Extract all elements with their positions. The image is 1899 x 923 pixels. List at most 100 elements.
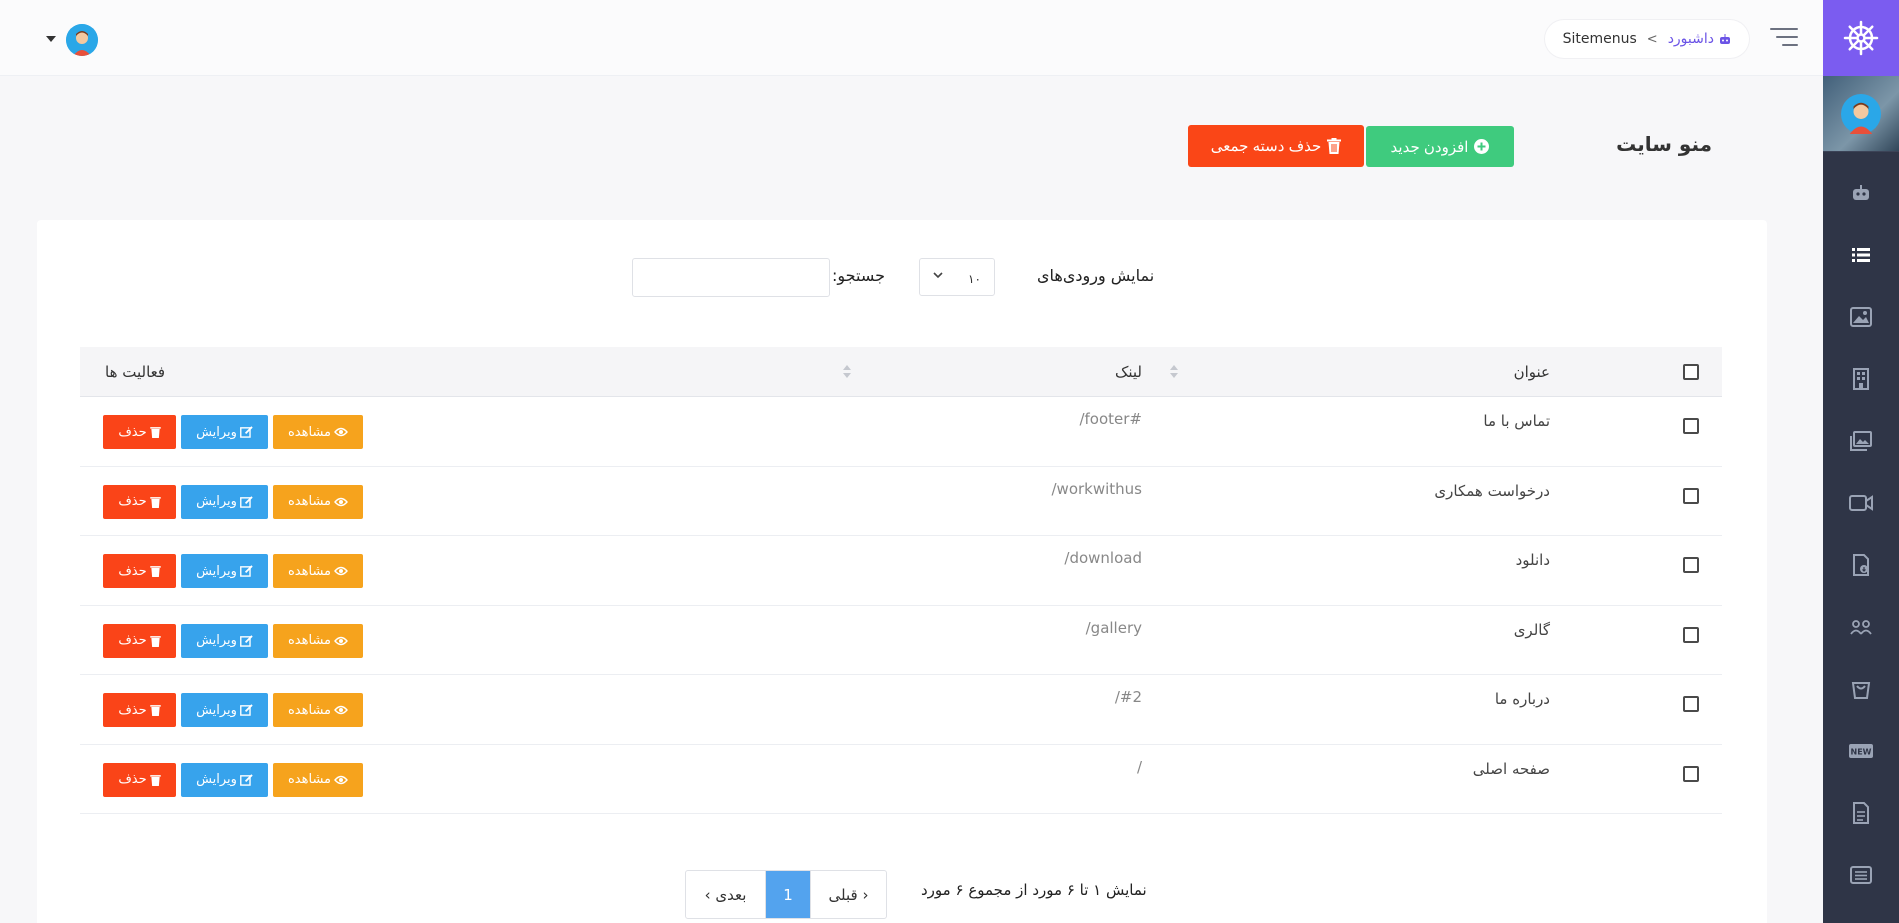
menu-table: عنوان لینک فعالیت ها تماس با ما /footer#… <box>80 347 1722 814</box>
edit-label: ویرایش <box>196 772 237 787</box>
row-title: صفحه اصلی <box>1472 759 1550 778</box>
delete-label: حذف <box>118 424 147 440</box>
table-row: دانلود /download حذف ویرایش مشاهده <box>80 536 1722 606</box>
sidebar: NEW <box>1823 0 1899 923</box>
delete-button[interactable]: حذف <box>103 623 176 658</box>
row-link: /workwithus <box>1051 479 1143 498</box>
sort-title-icon[interactable] <box>1170 365 1178 379</box>
edit-button[interactable]: ویرایش <box>181 415 268 449</box>
delete-button[interactable]: حذف <box>103 762 176 797</box>
new-badge-icon: NEW <box>1849 744 1873 758</box>
trash-icon <box>149 704 161 716</box>
edit-button[interactable]: ویرایش <box>181 554 268 588</box>
view-button[interactable]: مشاهده <box>273 554 363 588</box>
view-label: مشاهده <box>288 702 332 718</box>
sort-link-icon[interactable] <box>843 365 851 379</box>
row-checkbox[interactable] <box>1683 487 1699 504</box>
chevron-left-icon: ‹ <box>862 885 869 904</box>
edit-icon <box>240 634 253 647</box>
add-new-button[interactable]: افزودن جدید <box>1366 126 1514 167</box>
edit-icon <box>240 704 253 716</box>
users-icon <box>1850 620 1872 635</box>
row-title: درباره ما <box>1494 690 1550 708</box>
eye-icon <box>334 705 348 715</box>
table-row: درخواست همکاری /workwithus حذف ویرایش مش… <box>80 466 1722 536</box>
building-icon <box>1853 368 1869 390</box>
eye-icon <box>334 427 348 437</box>
robot-icon <box>1719 33 1731 45</box>
edit-label: ویرایش <box>196 424 237 440</box>
sidebar-item-robot[interactable] <box>1823 162 1899 224</box>
trash-icon <box>149 565 161 577</box>
view-button[interactable]: مشاهده <box>273 762 363 797</box>
edit-button[interactable]: ویرایش <box>181 762 268 797</box>
delete-button[interactable]: حذف <box>103 484 176 519</box>
breadcrumb-current: Sitemenus <box>1562 31 1637 47</box>
brand-logo[interactable] <box>1823 0 1899 76</box>
sidebar-item-news[interactable]: NEW <box>1823 720 1899 782</box>
edit-button[interactable]: ویرایش <box>181 623 268 658</box>
edit-icon <box>240 495 253 508</box>
next-page-label: بعدی <box>715 885 747 904</box>
sidebar-item-images[interactable] <box>1823 286 1899 348</box>
sidebar-item-downloads[interactable] <box>1823 534 1899 596</box>
edit-label: ویرایش <box>196 633 237 648</box>
view-label: مشاهده <box>288 772 332 787</box>
next-page-button[interactable]: بعدی › <box>686 871 766 918</box>
row-link: /footer# <box>1079 410 1142 428</box>
row-checkbox[interactable] <box>1683 765 1699 782</box>
chevron-down-icon <box>932 269 944 281</box>
sidebar-item-team[interactable] <box>1823 596 1899 658</box>
sidebar-item-videos[interactable] <box>1823 472 1899 534</box>
sidebar-item-buildings[interactable] <box>1823 348 1899 410</box>
photos-icon <box>1850 431 1872 451</box>
row-title: تماس با ما <box>1483 412 1550 430</box>
edit-button[interactable]: ویرایش <box>181 693 268 727</box>
row-title: دانلود <box>1515 551 1550 569</box>
user-menu-caret-icon[interactable] <box>46 36 56 42</box>
view-button[interactable]: مشاهده <box>273 484 363 519</box>
row-checkbox[interactable] <box>1683 626 1699 643</box>
row-checkbox[interactable] <box>1683 418 1699 434</box>
bulk-delete-button[interactable]: حذف دسته جمعی <box>1188 125 1364 167</box>
view-button[interactable]: مشاهده <box>273 415 363 449</box>
search-input[interactable] <box>632 258 830 297</box>
row-link: /#2 <box>1114 688 1142 706</box>
page-1-button[interactable]: 1 <box>766 871 810 918</box>
sidebar-item-shop[interactable] <box>1823 658 1899 720</box>
row-checkbox[interactable] <box>1683 557 1699 573</box>
delete-label: حذف <box>118 772 147 787</box>
entries-per-page-select[interactable]: ۱۰ <box>919 258 995 296</box>
column-link-header[interactable]: لینک <box>1115 363 1142 381</box>
sidebar-item-gallery[interactable] <box>1823 410 1899 472</box>
row-link: /gallery <box>1085 618 1142 637</box>
delete-button[interactable]: حذف <box>103 693 176 727</box>
select-all-checkbox[interactable] <box>1683 364 1699 380</box>
delete-button[interactable]: حذف <box>103 415 176 449</box>
sidebar-item-menus[interactable] <box>1823 224 1899 286</box>
delete-label: حذف <box>118 494 147 509</box>
svg-text:NEW: NEW <box>1851 748 1872 757</box>
edit-button[interactable]: ویرایش <box>181 484 268 519</box>
breadcrumb-home-link[interactable]: داشبورد <box>1668 31 1731 47</box>
view-button[interactable]: مشاهده <box>273 693 363 727</box>
column-title-header[interactable]: عنوان <box>1514 363 1550 381</box>
content-card: نمایش ورودی‌های ۱۰ جستجو: عنوان لینک فعا… <box>37 220 1767 923</box>
previous-page-button[interactable]: ‹ قبلی <box>810 871 886 918</box>
edit-label: ویرایش <box>196 494 237 509</box>
delete-button[interactable]: حذف <box>103 554 176 588</box>
document-icon <box>1853 802 1869 824</box>
user-avatar[interactable] <box>66 24 98 56</box>
table-header: عنوان لینک فعالیت ها <box>80 347 1722 397</box>
breadcrumb: داشبورد > Sitemenus <box>1544 20 1749 58</box>
row-checkbox[interactable] <box>1683 696 1699 712</box>
edit-icon <box>240 565 253 577</box>
sidebar-user-avatar[interactable] <box>1823 76 1899 152</box>
sidebar-item-pages[interactable] <box>1823 782 1899 844</box>
add-new-label: افزودن جدید <box>1390 138 1469 156</box>
row-link: / <box>1136 757 1142 776</box>
menu-toggle-icon[interactable] <box>1770 28 1798 52</box>
view-button[interactable]: مشاهده <box>273 623 363 658</box>
sidebar-item-lists[interactable] <box>1823 844 1899 906</box>
table-row: تماس با ما /footer# حذف ویرایش مشاهده <box>80 397 1722 467</box>
